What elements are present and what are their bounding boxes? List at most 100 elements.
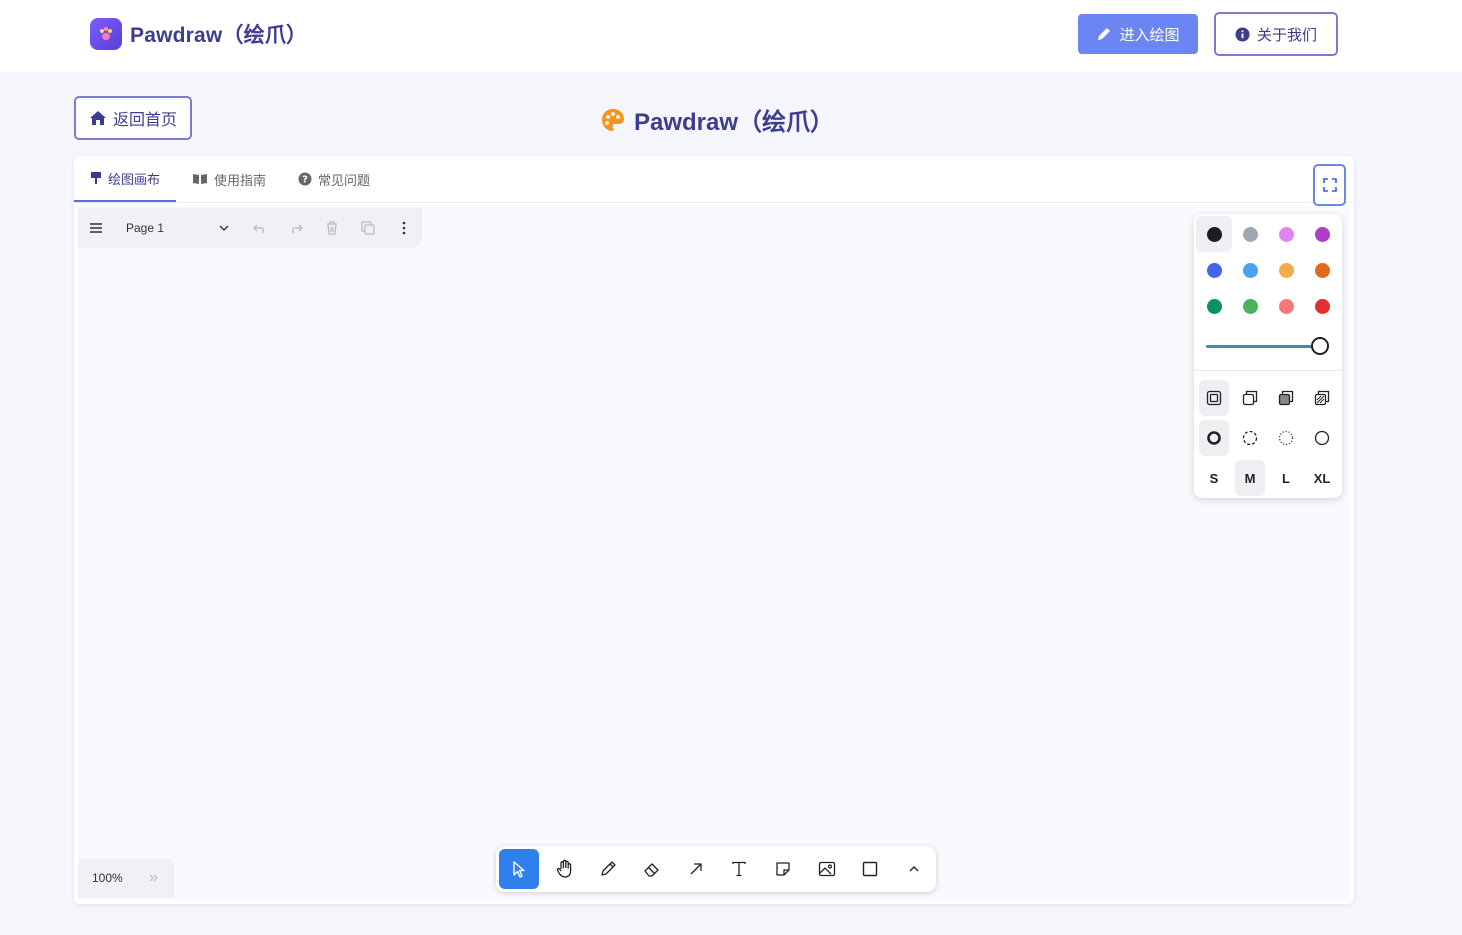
size-s-button[interactable]: S bbox=[1199, 460, 1229, 496]
select-tool-button[interactable] bbox=[499, 849, 539, 889]
page-name[interactable]: Page 1 bbox=[114, 221, 206, 235]
fill-pattern-button[interactable] bbox=[1307, 380, 1337, 416]
tab-divider bbox=[74, 202, 1354, 203]
color-dot bbox=[1206, 262, 1222, 278]
color-swatch-black[interactable] bbox=[1196, 216, 1232, 252]
back-home-button[interactable]: 返回首页 bbox=[74, 96, 192, 140]
note-tool-button[interactable] bbox=[761, 849, 805, 889]
drawing-canvas[interactable]: Page 1 S M L XL 100% bbox=[78, 206, 1350, 900]
enter-drawing-label: 进入绘图 bbox=[1119, 26, 1180, 44]
page-title: Pawdraw（绘爪） bbox=[600, 102, 834, 137]
more-options-button[interactable] bbox=[386, 210, 422, 246]
size-xl-label: XL bbox=[1313, 470, 1331, 486]
tab-canvas[interactable]: 绘图画布 bbox=[74, 156, 177, 202]
color-swatch-violet[interactable] bbox=[1304, 216, 1340, 252]
draw-tool-button[interactable] bbox=[586, 849, 630, 889]
fill-pattern-icon bbox=[1314, 390, 1330, 406]
expand-minimap-button[interactable] bbox=[144, 868, 164, 888]
dash-dashed-button[interactable] bbox=[1235, 420, 1265, 456]
tab-guide-label: 使用指南 bbox=[214, 172, 267, 188]
color-dot bbox=[1206, 298, 1222, 314]
drawing-card: 绘图画布 使用指南 ? 常见问题 Page 1 S M L XL 100% bbox=[74, 156, 1354, 904]
arrow-icon bbox=[690, 863, 702, 875]
tab-guide[interactable]: 使用指南 bbox=[176, 156, 282, 202]
chevron-down-icon bbox=[219, 225, 229, 231]
palette-icon bbox=[602, 108, 624, 131]
fill-none-icon bbox=[1206, 390, 1222, 406]
size-s-label: S bbox=[1209, 470, 1219, 486]
delete-button[interactable] bbox=[314, 210, 350, 246]
panel-divider bbox=[1194, 370, 1342, 371]
image-icon bbox=[818, 861, 835, 877]
dash-draw-icon bbox=[1207, 431, 1221, 445]
color-dot bbox=[1278, 262, 1294, 278]
color-swatch-red[interactable] bbox=[1304, 288, 1340, 324]
dash-solid-button[interactable] bbox=[1307, 420, 1337, 456]
rectangle-tool-button[interactable] bbox=[849, 849, 893, 889]
eraser-tool-button[interactable] bbox=[630, 849, 674, 889]
color-swatch-light-green[interactable] bbox=[1232, 288, 1268, 324]
color-swatch-yellow[interactable] bbox=[1268, 252, 1304, 288]
about-us-button[interactable]: 关于我们 bbox=[1214, 12, 1338, 56]
paw-logo-icon bbox=[90, 18, 122, 50]
brand[interactable]: Pawdraw（绘爪） bbox=[90, 18, 307, 50]
image-tool-button[interactable] bbox=[805, 849, 849, 889]
double-chevron-right-icon bbox=[149, 874, 158, 882]
sticky-note-icon bbox=[776, 862, 790, 876]
color-dot bbox=[1242, 262, 1258, 278]
opacity-slider-thumb[interactable] bbox=[1311, 337, 1329, 355]
color-grid bbox=[1196, 216, 1340, 324]
dash-dashed-icon bbox=[1242, 430, 1258, 446]
color-swatch-grey[interactable] bbox=[1232, 216, 1268, 252]
color-dot bbox=[1242, 226, 1258, 242]
about-us-label: 关于我们 bbox=[1256, 26, 1317, 44]
main-menu-button[interactable] bbox=[78, 210, 114, 246]
size-m-button[interactable]: M bbox=[1235, 460, 1265, 496]
more-tools-button[interactable] bbox=[892, 849, 936, 889]
dash-dotted-icon bbox=[1278, 430, 1294, 446]
style-panel: S M L XL bbox=[1194, 214, 1342, 498]
duplicate-icon bbox=[361, 221, 375, 235]
brand-name: Pawdraw（绘爪） bbox=[130, 24, 308, 47]
dash-dotted-button[interactable] bbox=[1271, 420, 1301, 456]
color-swatch-green[interactable] bbox=[1196, 288, 1232, 324]
duplicate-button[interactable] bbox=[350, 210, 386, 246]
enter-drawing-button[interactable]: 进入绘图 bbox=[1078, 14, 1198, 54]
color-swatch-orange[interactable] bbox=[1304, 252, 1340, 288]
color-swatch-light-violet[interactable] bbox=[1268, 216, 1304, 252]
fill-solid-icon bbox=[1278, 390, 1294, 406]
redo-icon bbox=[292, 224, 303, 234]
style-options-grid: S M L XL bbox=[1196, 378, 1340, 498]
size-m-label: M bbox=[1244, 470, 1256, 486]
color-swatch-light-red[interactable] bbox=[1268, 288, 1304, 324]
fill-semi-button[interactable] bbox=[1235, 380, 1265, 416]
color-swatch-light-blue[interactable] bbox=[1232, 252, 1268, 288]
text-tool-button[interactable] bbox=[718, 849, 762, 889]
color-dot bbox=[1278, 226, 1294, 242]
top-navbar: Pawdraw（绘爪） 进入绘图 关于我们 bbox=[0, 0, 1462, 72]
color-swatch-blue[interactable] bbox=[1196, 252, 1232, 288]
text-icon bbox=[732, 861, 747, 877]
trash-icon bbox=[327, 221, 337, 235]
tab-faq[interactable]: ? 常见问题 bbox=[282, 156, 386, 202]
hand-tool-button[interactable] bbox=[543, 849, 587, 889]
page-dropdown-button[interactable] bbox=[206, 210, 242, 246]
color-dot bbox=[1278, 298, 1294, 314]
size-l-button[interactable]: L bbox=[1271, 460, 1301, 496]
arrow-tool-button[interactable] bbox=[674, 849, 718, 889]
tool-bar bbox=[496, 846, 936, 892]
fill-none-button[interactable] bbox=[1199, 380, 1229, 416]
redo-button[interactable] bbox=[278, 210, 314, 246]
color-dot bbox=[1242, 298, 1258, 314]
fill-solid-button[interactable] bbox=[1271, 380, 1301, 416]
opacity-slider-track[interactable] bbox=[1206, 345, 1318, 348]
fullscreen-button[interactable] bbox=[1313, 164, 1346, 206]
home-icon bbox=[89, 111, 106, 125]
size-xl-button[interactable]: XL bbox=[1307, 460, 1337, 496]
pencil-icon bbox=[1098, 28, 1111, 40]
undo-button[interactable] bbox=[242, 210, 278, 246]
zoom-level[interactable]: 100% bbox=[78, 871, 144, 885]
color-dot bbox=[1314, 298, 1330, 314]
dash-draw-button[interactable] bbox=[1199, 420, 1229, 456]
dash-solid-icon bbox=[1314, 430, 1330, 446]
